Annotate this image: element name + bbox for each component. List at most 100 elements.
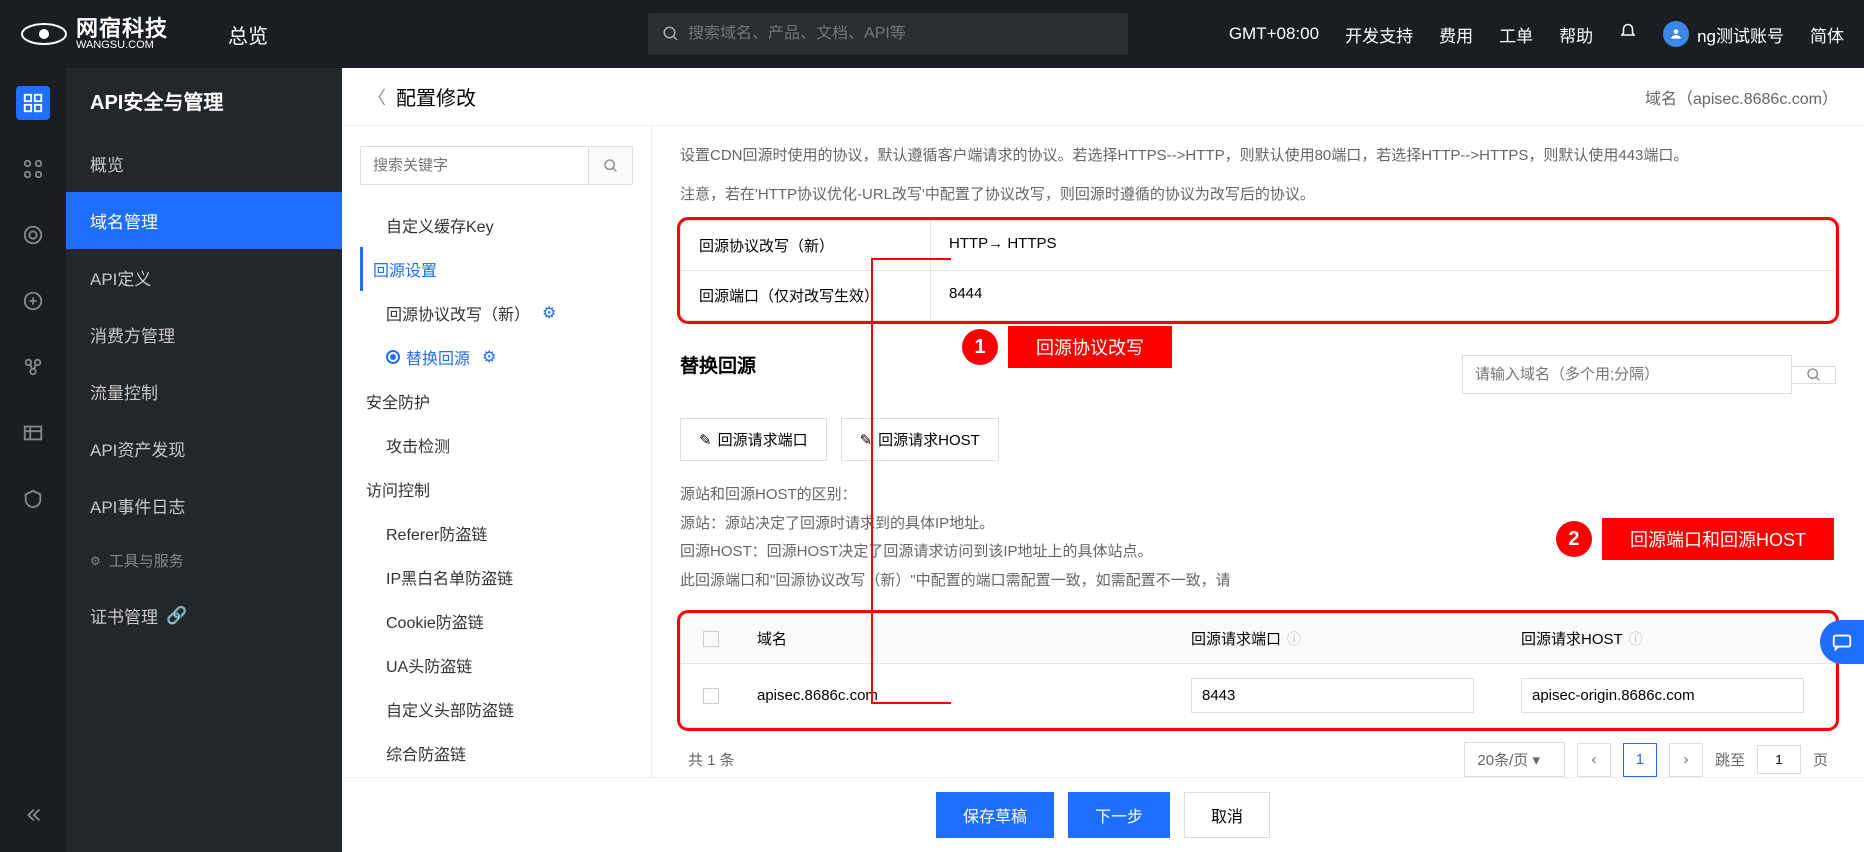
tree-search [360, 146, 633, 185]
sidebar-item-traffic[interactable]: 流量控制 [66, 363, 342, 420]
main: 〈 配置修改 域名（apisec.8686c.com） 自定义缓存Key 回源设… [342, 68, 1864, 852]
tree-custom-header[interactable]: 自定义头部防盗链 [360, 687, 633, 731]
chevron-down-icon: ▾ [1532, 752, 1540, 769]
page-size-select[interactable]: 20条/页 ▾ [1464, 742, 1565, 777]
annotation-line-h2 [871, 702, 951, 704]
collapse-rail[interactable] [16, 798, 50, 832]
prev-page-button[interactable]: ‹ [1577, 743, 1611, 777]
brand-name: 网宿科技 [76, 18, 168, 40]
radio-icon [386, 350, 400, 364]
callout-num-1: 1 [962, 329, 998, 365]
row-host-input[interactable] [1521, 678, 1804, 713]
icon-rail [0, 68, 66, 852]
tree-replace-origin[interactable]: 替换回源⚙ [360, 335, 633, 379]
ticket-link[interactable]: 工单 [1499, 22, 1533, 47]
rail-item-2[interactable] [16, 152, 50, 186]
jump-page-input[interactable] [1757, 745, 1801, 774]
th-checkbox[interactable] [681, 614, 741, 663]
user-menu[interactable]: ng测试账号 [1663, 21, 1784, 47]
annotation-line-h1 [871, 258, 951, 260]
rail-item-7[interactable] [16, 482, 50, 516]
help-icon[interactable]: ⓘ [1287, 629, 1301, 649]
logo[interactable]: 网宿科技 WANGSU.COM [20, 18, 168, 51]
avatar-icon [1663, 21, 1689, 47]
rail-item-5[interactable] [16, 350, 50, 384]
gear-icon: ⚙ [90, 554, 101, 568]
footer-bar: 保存草稿 下一步 取消 [342, 777, 1864, 852]
rail-item-6[interactable] [16, 416, 50, 450]
page-header: 〈 配置修改 域名（apisec.8686c.com） [342, 68, 1864, 126]
row-checkbox[interactable] [681, 664, 741, 727]
next-page-button[interactable]: › [1669, 743, 1703, 777]
tree-protocol-rewrite[interactable]: 回源协议改写（新）⚙ [360, 291, 633, 335]
gear-icon: ⚙ [482, 347, 496, 367]
rail-item-3[interactable] [16, 218, 50, 252]
global-search[interactable] [648, 13, 1128, 55]
th-host: 回源请求HOSTⓘ [1505, 614, 1835, 663]
th-domain: 域名 [741, 614, 1175, 663]
domain-filter-button[interactable] [1792, 366, 1836, 384]
tree-cache-key[interactable]: 自定义缓存Key [360, 203, 633, 247]
tree-search-button[interactable] [588, 147, 632, 184]
domain-filter-input[interactable] [1462, 355, 1792, 394]
help-text-1: 设置CDN回源时使用的协议，默认遵循客户端请求的协议。若选择HTTPS-->HT… [680, 142, 1836, 169]
domain-info: 域名（apisec.8686c.com） [1645, 85, 1838, 109]
checkbox-icon [703, 688, 719, 704]
next-button[interactable]: 下一步 [1068, 792, 1170, 838]
sidebar-item-events[interactable]: API事件日志 [66, 477, 342, 534]
save-draft-button[interactable]: 保存草稿 [936, 792, 1054, 838]
search-icon [662, 25, 680, 43]
tree-search-input[interactable] [361, 147, 588, 184]
topbar-right: GMT+08:00 开发支持 费用 工单 帮助 ng测试账号 简体 [1229, 21, 1844, 47]
search-input[interactable] [688, 25, 1114, 43]
tree-security[interactable]: 安全防护 [360, 379, 633, 423]
lang-switch[interactable]: 简体 [1810, 22, 1844, 47]
sidebar-cert[interactable]: 证书管理 🔗 [66, 587, 342, 644]
annotation-line-v [871, 258, 873, 704]
rail-item-4[interactable] [16, 284, 50, 318]
section-title: 替换回源 [680, 351, 756, 378]
bell-icon[interactable] [1619, 23, 1637, 46]
timezone[interactable]: GMT+08:00 [1229, 24, 1319, 44]
sidebar-item-overview[interactable]: 概览 [66, 135, 342, 192]
config-tree-panel: 自定义缓存Key 回源设置 回源协议改写（新）⚙ 替换回源⚙ 安全防护 攻击检测… [342, 126, 652, 777]
overview-link[interactable]: 总览 [228, 20, 268, 49]
sidebar-item-consumer[interactable]: 消费方管理 [66, 306, 342, 363]
tree-cookie[interactable]: Cookie防盗链 [360, 599, 633, 643]
sidebar-item-api-def[interactable]: API定义 [66, 249, 342, 306]
config-table: 回源协议改写（新） HTTP→ HTTPS 回源端口（仅对改写生效） 8444 [680, 220, 1836, 321]
tree-ua[interactable]: UA头防盗链 [360, 643, 633, 687]
logo-icon [20, 18, 68, 50]
edit-icon: ✎ [699, 431, 712, 449]
tree-combined[interactable]: 综合防盗链 [360, 731, 633, 775]
sidebar-tools[interactable]: ⚙工具与服务 [66, 534, 342, 587]
row-port-input[interactable] [1191, 678, 1474, 713]
sidebar-item-domain[interactable]: 域名管理 [66, 192, 342, 249]
cancel-button[interactable]: 取消 [1184, 792, 1270, 838]
tree-attack[interactable]: 攻击检测 [360, 423, 633, 467]
page-number[interactable]: 1 [1623, 743, 1657, 777]
help-link[interactable]: 帮助 [1559, 22, 1593, 47]
row-domain: apisec.8686c.com [741, 664, 1175, 727]
fee-link[interactable]: 费用 [1439, 22, 1473, 47]
detail-panel: 设置CDN回源时使用的协议，默认遵循客户端请求的协议。若选择HTTPS-->HT… [652, 126, 1864, 777]
config-label-1: 回源协议改写（新） [681, 221, 931, 270]
sidebar-item-asset[interactable]: API资产发现 [66, 420, 342, 477]
dev-support-link[interactable]: 开发支持 [1345, 22, 1413, 47]
rail-dashboard[interactable] [16, 86, 50, 120]
help-icon[interactable]: ⓘ [1629, 629, 1643, 649]
callout-2: 2 回源端口和回源HOST [1556, 518, 1834, 560]
pagination: 共 1 条 20条/页 ▾ ‹ 1 › 跳至 页 [680, 728, 1836, 777]
chat-button[interactable] [1820, 620, 1864, 664]
brand-domain: WANGSU.COM [76, 40, 168, 51]
back-button[interactable]: 〈 [368, 84, 386, 110]
action-origin-port[interactable]: ✎回源请求端口 [680, 418, 827, 461]
tree-ip-bw[interactable]: IP黑白名单防盗链 [360, 555, 633, 599]
action-buttons: ✎回源请求端口 ✎回源请求HOST [680, 418, 1836, 461]
tree-origin-settings[interactable]: 回源设置 [360, 247, 633, 291]
action-origin-host[interactable]: ✎回源请求HOST [841, 418, 999, 461]
jump-label: 跳至 [1715, 749, 1745, 770]
config-label-2: 回源端口（仅对改写生效） [681, 271, 931, 320]
tree-access-control[interactable]: 访问控制 [360, 467, 633, 511]
tree-referer[interactable]: Referer防盗链 [360, 511, 633, 555]
